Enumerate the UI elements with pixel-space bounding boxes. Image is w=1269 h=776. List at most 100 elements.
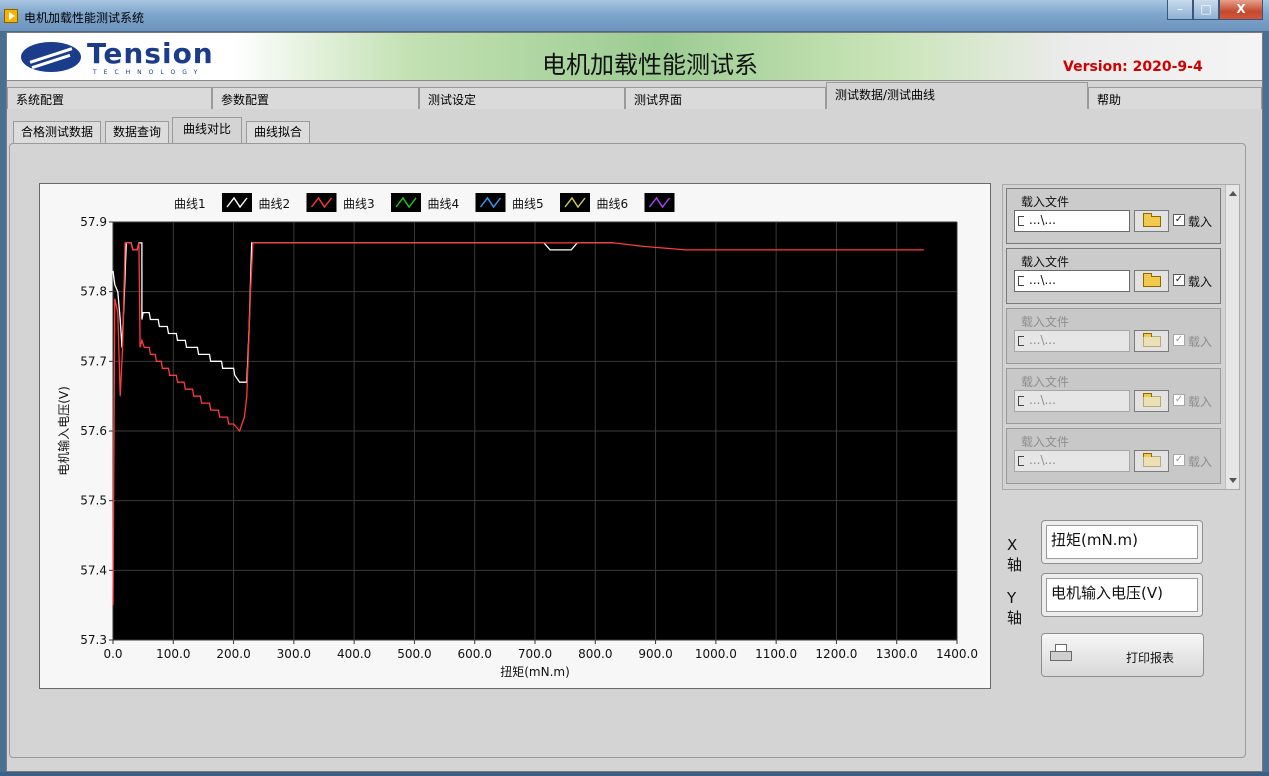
front-panel: Tension TECHNOLOGY 电机加载性能测试系 Version: 20… xyxy=(6,32,1263,772)
tab-help[interactable]: 帮助 xyxy=(1088,87,1262,109)
browse-button xyxy=(1134,390,1169,412)
x-tick-label: 400.0 xyxy=(337,647,371,661)
maximize-button[interactable]: □ xyxy=(1193,0,1219,20)
y-tick-label: 57.5 xyxy=(80,494,107,508)
x-tick-label: 100.0 xyxy=(156,647,190,661)
y-axis-label: Y轴 xyxy=(1007,589,1023,627)
printer-icon xyxy=(1050,644,1072,662)
main-tab-bar: 系统配置 参数配置 测试设定 测试界面 测试数据/测试曲线 帮助 xyxy=(7,82,1262,112)
print-report-label: 打印报表 xyxy=(1126,651,1175,665)
folder-icon xyxy=(1143,393,1161,407)
load-checkbox: ✓ xyxy=(1173,334,1185,346)
load-checkbox[interactable]: ✓ xyxy=(1173,274,1185,286)
load-checkbox-label: 载入 xyxy=(1188,335,1213,349)
legend-label: 曲线3 xyxy=(343,197,375,211)
taskbar-edge xyxy=(0,772,1269,776)
chart-svg: 0.0 100.0 200.0 300.0 400.0 500.0 600.0 700.0 80… xyxy=(56,193,978,679)
x-tick-label: 1300.0 xyxy=(876,647,918,661)
logo-subtext: TECHNOLOGY xyxy=(93,69,205,76)
subtab-data-query[interactable]: 数据查询 xyxy=(105,121,169,143)
legend-label: 曲线2 xyxy=(259,197,291,211)
load-checkbox[interactable]: ✓ xyxy=(1173,214,1185,226)
tension-logo-icon xyxy=(21,42,81,72)
load-checkbox-label: 载入 xyxy=(1188,395,1213,409)
x-axis-title: 扭矩(mN.m) xyxy=(500,665,570,679)
x-tick-label: 0.0 xyxy=(103,647,122,661)
y-tick-label: 57.6 xyxy=(80,424,107,438)
folder-icon xyxy=(1143,453,1161,467)
load-checkbox-label: 载入 xyxy=(1188,215,1213,229)
scroll-down-icon[interactable] xyxy=(1229,478,1237,483)
tab-test-data-curves[interactable]: 测试数据/测试曲线 xyxy=(826,82,1088,109)
browse-button xyxy=(1134,330,1169,352)
subtab-passed-data[interactable]: 合格测试数据 xyxy=(13,121,101,143)
x-tick-label: 1100.0 xyxy=(755,647,797,661)
labview-app-icon xyxy=(4,9,18,23)
file-loader-panel: 载入文件 ...\... ✓ 载入 载入文件 ...\... ✓ 载入 载入文件… xyxy=(1002,184,1240,490)
folder-icon xyxy=(1143,273,1161,287)
legend-label: 曲线5 xyxy=(512,197,544,211)
load-checkbox-label: 载入 xyxy=(1188,455,1213,469)
scroll-up-icon[interactable] xyxy=(1229,191,1237,196)
file-path-input[interactable]: ...\... xyxy=(1014,270,1130,292)
file-path-input: ...\... xyxy=(1014,450,1130,472)
file-path-input: ...\... xyxy=(1014,390,1130,412)
file-loader-label: 载入文件 xyxy=(1021,315,1070,329)
file-loader-2: 载入文件 ...\... ✓ 载入 xyxy=(1006,248,1221,304)
x-tick-label: 1000.0 xyxy=(695,647,737,661)
x-axis-label: X轴 xyxy=(1007,536,1023,574)
x-tick-label: 300.0 xyxy=(277,647,311,661)
x-tick-label: 800.0 xyxy=(578,647,612,661)
browse-button[interactable] xyxy=(1134,210,1169,232)
subtab-curve-compare[interactable]: 曲线对比 xyxy=(172,117,242,144)
file-path-input[interactable]: ...\... xyxy=(1014,210,1130,232)
y-tick-label: 57.3 xyxy=(80,633,107,647)
path-icon xyxy=(1018,456,1024,466)
subtab-curve-fitting[interactable]: 曲线拟合 xyxy=(246,121,310,143)
print-report-button[interactable]: 打印报表 xyxy=(1041,633,1204,677)
legend-label: 曲线4 xyxy=(428,197,460,211)
file-path-input: ...\... xyxy=(1014,330,1130,352)
tab-test-settings[interactable]: 测试设定 xyxy=(419,87,625,109)
file-loader-5: 载入文件 ...\... ✓ 载入 xyxy=(1006,428,1221,484)
tab-test-interface[interactable]: 测试界面 xyxy=(625,87,826,109)
file-loader-label: 载入文件 xyxy=(1021,195,1070,209)
folder-icon xyxy=(1143,333,1161,347)
tab-parameter-config[interactable]: 参数配置 xyxy=(212,87,419,109)
path-icon xyxy=(1018,336,1024,346)
file-loader-label: 载入文件 xyxy=(1021,255,1070,269)
load-checkbox-label: 载入 xyxy=(1188,275,1213,289)
file-loader-label: 载入文件 xyxy=(1021,375,1070,389)
x-axis-value[interactable]: 扭矩(mN.m) xyxy=(1046,525,1198,559)
load-checkbox: ✓ xyxy=(1173,394,1185,406)
path-icon xyxy=(1018,396,1024,406)
y-axis-value[interactable]: 电机输入电压(V) xyxy=(1046,578,1198,612)
x-tick-label: 1400.0 xyxy=(936,647,978,661)
close-button[interactable]: X xyxy=(1219,0,1263,20)
curve-compare-graph[interactable]: 0.0 100.0 200.0 300.0 400.0 500.0 600.0 700.0 80… xyxy=(39,183,991,689)
load-checkbox: ✓ xyxy=(1173,454,1185,466)
version-label: Version: 2020-9-4 xyxy=(1063,59,1203,75)
tab-system-config[interactable]: 系统配置 xyxy=(7,87,212,109)
logo-text: Tension xyxy=(87,37,214,70)
x-axis-selector[interactable]: 扭矩(mN.m) xyxy=(1041,520,1203,564)
file-loader-label: 载入文件 xyxy=(1021,435,1070,449)
folder-icon xyxy=(1143,213,1161,227)
file-loader-1: 载入文件 ...\... ✓ 载入 xyxy=(1006,188,1221,244)
file-loader-3: 载入文件 ...\... ✓ 载入 xyxy=(1006,308,1221,364)
minimize-button[interactable]: – xyxy=(1167,0,1193,20)
y-axis-title: 电机输入电压(V) xyxy=(56,386,71,476)
file-loader-4: 载入文件 ...\... ✓ 载入 xyxy=(1006,368,1221,424)
legend-label: 曲线6 xyxy=(597,197,629,211)
header-banner: Tension TECHNOLOGY 电机加载性能测试系 Version: 20… xyxy=(7,33,1262,81)
x-tick-label: 900.0 xyxy=(638,647,672,661)
x-tick-label: 200.0 xyxy=(216,647,250,661)
browse-button[interactable] xyxy=(1134,270,1169,292)
app-title: 电机加载性能测试系 xyxy=(542,51,758,79)
y-axis-selector[interactable]: 电机输入电压(V) xyxy=(1041,573,1203,617)
x-tick-label: 500.0 xyxy=(397,647,431,661)
window-controls: – □ X xyxy=(1167,0,1263,20)
y-tick-label: 57.9 xyxy=(80,215,107,229)
legend-label: 曲线1 xyxy=(174,197,206,211)
file-panel-scrollbar[interactable] xyxy=(1225,185,1239,489)
